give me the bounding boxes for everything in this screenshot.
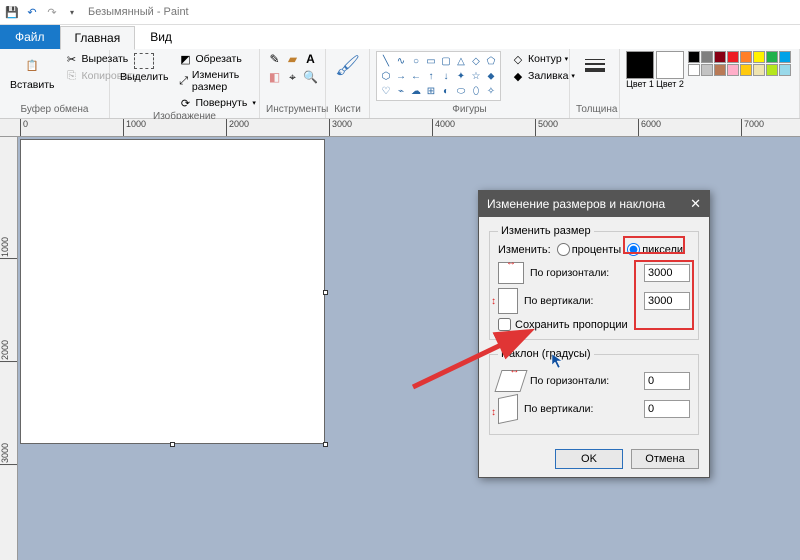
palette-swatch[interactable] (701, 64, 713, 76)
color-1[interactable] (626, 51, 654, 79)
rotate-button[interactable]: ⟳Повернуть▾ (176, 95, 257, 111)
crop-icon: ◩ (178, 52, 192, 66)
ok-button[interactable]: OK (555, 449, 623, 469)
radio-percent[interactable]: проценты (557, 243, 622, 256)
palette-swatch[interactable] (766, 51, 778, 63)
group-tools: ✎ ▰ A ◧ ⌖ 🔍 Инструменты (260, 49, 326, 118)
quick-access-toolbar: 💾 ↶ ↷ ▾ (4, 4, 80, 20)
group-image: Выделить ◩Обрезать ⤢Изменить размер ⟳Пов… (110, 49, 260, 118)
palette-swatch[interactable] (779, 51, 791, 63)
group-shapes: ╲∿○▭▢△◇⬠ ⬡→←↑↓✦☆⬥ ♡⌁☁⊞◐⬭⬯✧ ◇Контур▾ ◆Зал… (370, 49, 570, 118)
skew-h-input[interactable] (644, 372, 690, 390)
palette-swatch[interactable] (714, 51, 726, 63)
select-button[interactable]: Выделить (116, 51, 172, 85)
canvas[interactable] (20, 139, 325, 444)
title-bar: 💾 ↶ ↷ ▾ Безымянный - Paint (0, 0, 800, 25)
resize-handle-e[interactable] (323, 290, 328, 295)
skew-v-input[interactable] (644, 400, 690, 418)
undo-icon[interactable]: ↶ (24, 4, 40, 20)
fill-button[interactable]: ◆Заливка▾ (509, 68, 577, 84)
cut-icon: ✂ (65, 52, 79, 66)
paste-icon: 📋 (20, 53, 44, 77)
horizontal-input[interactable] (644, 264, 690, 282)
palette-swatch[interactable] (714, 64, 726, 76)
cancel-button[interactable]: Отмена (631, 449, 699, 469)
palette-swatch[interactable] (727, 51, 739, 63)
fill-icon: ◆ (511, 69, 525, 83)
palette-swatch[interactable] (753, 64, 765, 76)
palette-swatch[interactable] (688, 64, 700, 76)
brushes-button[interactable]: 🖌 (332, 51, 364, 79)
save-icon[interactable]: 💾 (4, 4, 20, 20)
palette-swatch[interactable] (701, 51, 713, 63)
tools-grid: ✎ ▰ A ◧ ⌖ 🔍 (267, 51, 319, 85)
pencil-icon[interactable]: ✎ (267, 51, 283, 67)
rotate-icon: ⟳ (178, 96, 192, 110)
ribbon: 📋 Вставить ✂Вырезать ⎘Копировать Буфер о… (0, 49, 800, 119)
horizontal-icon: ↔ (498, 262, 524, 284)
cursor-icon (551, 353, 567, 369)
color-palette[interactable] (688, 51, 791, 76)
line-shape-icon: ╲ (379, 54, 393, 68)
bucket-icon[interactable]: ▰ (285, 51, 301, 67)
palette-swatch[interactable] (688, 51, 700, 63)
chevron-down-icon: ▾ (252, 99, 256, 107)
picker-icon[interactable]: ⌖ (285, 69, 301, 85)
radio-pixels[interactable]: пиксели (627, 243, 683, 256)
group-brushes: 🖌 Кисти (326, 49, 370, 118)
paste-button[interactable]: 📋 Вставить (6, 51, 59, 93)
outline-icon: ◇ (511, 52, 525, 66)
tab-home[interactable]: Главная (60, 26, 136, 50)
palette-swatch[interactable] (766, 64, 778, 76)
eraser-icon[interactable]: ◧ (267, 69, 283, 85)
thickness-button[interactable] (579, 51, 611, 79)
text-icon[interactable]: A (303, 51, 319, 67)
tab-view[interactable]: Вид (135, 25, 187, 49)
window-title: Безымянный - Paint (88, 6, 189, 18)
brush-icon: 🖌 (336, 53, 360, 77)
zoom-icon[interactable]: 🔍 (303, 69, 319, 85)
ruler-vertical: 100020003000 (0, 137, 18, 560)
group-colors: Цвет 1 Цвет 2 (620, 49, 800, 118)
color-2[interactable] (656, 51, 684, 79)
chevron-down-icon: ▾ (565, 55, 569, 63)
vertical-icon: ↕ (498, 288, 518, 314)
outline-button[interactable]: ◇Контур▾ (509, 51, 577, 67)
redo-icon[interactable]: ↷ (44, 4, 60, 20)
resize-icon: ⤢ (178, 74, 188, 88)
paste-label: Вставить (10, 79, 55, 91)
close-icon[interactable]: ✕ (690, 196, 701, 212)
shapes-gallery[interactable]: ╲∿○▭▢△◇⬠ ⬡→←↑↓✦☆⬥ ♡⌁☁⊞◐⬭⬯✧ (376, 51, 501, 101)
keep-aspect-checkbox[interactable] (498, 318, 511, 331)
skew-h-icon: ↔ (494, 370, 527, 392)
clipboard-label: Буфер обмена (6, 104, 103, 116)
copy-icon: ⎘ (65, 69, 79, 83)
dialog-title: Изменение размеров и наклона (487, 197, 665, 211)
resize-handle-s[interactable] (170, 442, 175, 447)
palette-swatch[interactable] (740, 51, 752, 63)
skew-fieldset: Наклон (градусы) ↔ По горизонтали: ↕ По … (489, 348, 699, 435)
skew-v-icon: ↕ (498, 394, 518, 424)
ribbon-tabs: Файл Главная Вид (0, 25, 800, 49)
palette-swatch[interactable] (779, 64, 791, 76)
resize-button[interactable]: ⤢Изменить размер (176, 68, 257, 94)
palette-swatch[interactable] (753, 51, 765, 63)
ruler-horizontal: 01000200030004000500060007000 (0, 119, 800, 137)
resize-fieldset: Изменить размер Изменить: проценты пиксе… (489, 225, 699, 340)
dialog-titlebar[interactable]: Изменение размеров и наклона ✕ (479, 191, 709, 217)
group-thickness: Толщина (570, 49, 620, 118)
dropdown-icon[interactable]: ▾ (64, 4, 80, 20)
crop-button[interactable]: ◩Обрезать (176, 51, 257, 67)
select-icon (134, 53, 154, 69)
thickness-icon (583, 53, 607, 77)
vertical-input[interactable] (644, 292, 690, 310)
resize-handle-se[interactable] (323, 442, 328, 447)
palette-swatch[interactable] (740, 64, 752, 76)
tab-file[interactable]: Файл (0, 25, 60, 49)
resize-dialog: Изменение размеров и наклона ✕ Изменить … (478, 190, 710, 478)
palette-swatch[interactable] (727, 64, 739, 76)
group-clipboard: 📋 Вставить ✂Вырезать ⎘Копировать Буфер о… (0, 49, 110, 118)
